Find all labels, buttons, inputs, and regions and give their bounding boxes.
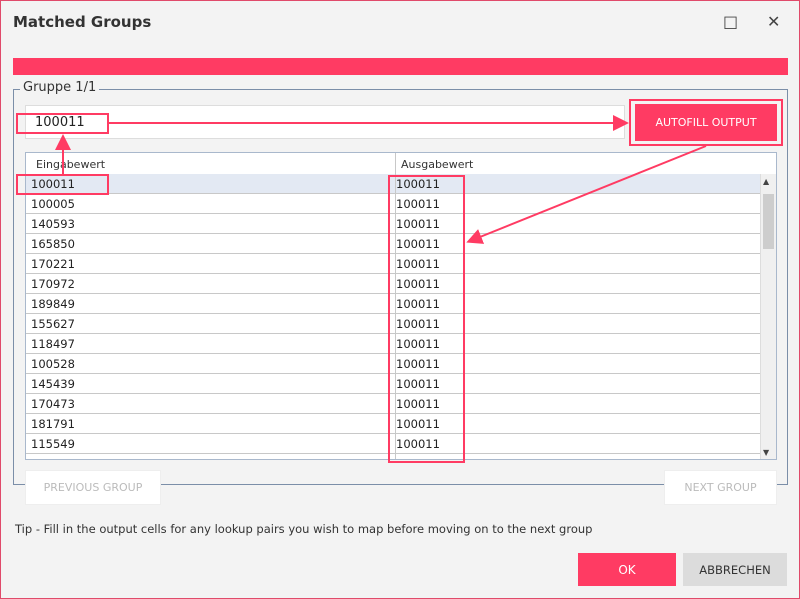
table-row[interactable]: 189849 100011 (26, 294, 761, 314)
column-divider (395, 153, 396, 459)
input-cell[interactable]: 155627 (31, 317, 75, 331)
output-cell[interactable]: 100011 (396, 297, 440, 311)
table-row[interactable]: 155627 100011 (26, 314, 761, 334)
table-row[interactable]: 145439 100011 (26, 374, 761, 394)
ok-button[interactable]: OK (578, 553, 676, 586)
output-cell[interactable]: 100011 (396, 257, 440, 271)
scroll-up-icon[interactable]: ▲ (763, 177, 769, 186)
output-cell[interactable]: 100011 (396, 177, 440, 191)
table-header: Eingabewert Ausgabewert (26, 153, 761, 174)
output-cell[interactable]: 100011 (396, 237, 440, 251)
cancel-button[interactable]: ABBRECHEN (683, 553, 787, 586)
next-group-button[interactable]: NEXT GROUP (664, 470, 777, 505)
header-eingabewert[interactable]: Eingabewert (36, 158, 105, 171)
table-row[interactable]: 170221 100011 (26, 254, 761, 274)
input-cell[interactable]: 100528 (31, 357, 75, 371)
table-row[interactable]: 100528 100011 (26, 354, 761, 374)
input-cell[interactable]: 145439 (31, 377, 75, 391)
output-cell[interactable]: 100011 (396, 437, 440, 451)
input-cell[interactable]: 170221 (31, 257, 75, 271)
output-cell[interactable]: 100011 (396, 197, 440, 211)
table-row[interactable]: 165850 100011 (26, 234, 761, 254)
table-row[interactable]: 170972 100011 (26, 274, 761, 294)
table-row[interactable]: 170473 100011 (26, 394, 761, 414)
close-icon[interactable]: ✕ (767, 12, 780, 31)
table-row[interactable]: 115549 100011 (26, 434, 761, 454)
input-cell[interactable]: 100011 (31, 177, 75, 191)
scroll-down-icon[interactable]: ▼ (763, 448, 769, 457)
tip-text: Tip - Fill in the output cells for any l… (15, 522, 593, 536)
input-cell[interactable]: 118497 (31, 337, 75, 351)
table-row[interactable]: 100011 100011 (26, 174, 761, 194)
header-ausgabewert[interactable]: Ausgabewert (401, 158, 473, 171)
output-cell[interactable]: 100011 (396, 357, 440, 371)
table-row[interactable]: 181791 100011 (26, 414, 761, 434)
input-cell[interactable]: 170473 (31, 397, 75, 411)
output-cell[interactable]: 100011 (396, 417, 440, 431)
input-cell[interactable]: 100005 (31, 197, 75, 211)
input-cell[interactable]: 115549 (31, 437, 75, 451)
input-cell[interactable]: 140593 (31, 217, 75, 231)
table-row[interactable]: 135617 100011 (26, 454, 761, 459)
output-cell[interactable]: 100011 (396, 277, 440, 291)
output-cell[interactable]: 100011 (396, 337, 440, 351)
table-row[interactable]: 118497 100011 (26, 334, 761, 354)
output-cell[interactable]: 100011 (396, 457, 440, 459)
accent-banner (13, 58, 788, 75)
group-legend: Gruppe 1/1 (20, 80, 100, 95)
input-cell[interactable]: 181791 (31, 417, 75, 431)
previous-group-button[interactable]: PREVIOUS GROUP (25, 470, 161, 505)
scrollbar[interactable]: ▲ ▼ (760, 174, 776, 459)
output-cell[interactable]: 100011 (396, 317, 440, 331)
maximize-icon[interactable]: □ (723, 12, 738, 31)
input-cell[interactable]: 135617 (31, 457, 75, 459)
output-cell[interactable]: 100011 (396, 377, 440, 391)
group-value-input[interactable]: 100011 (25, 105, 625, 139)
table-body: 100011 100011 100005 100011 140593 100011 1658… (26, 174, 761, 459)
autofill-output-button[interactable]: AUTOFILL OUTPUT (635, 104, 777, 141)
table-row[interactable]: 100005 100011 (26, 194, 761, 214)
input-cell[interactable]: 189849 (31, 297, 75, 311)
mapping-table: Eingabewert Ausgabewert 100011 100011 1000… (25, 152, 777, 460)
input-cell[interactable]: 165850 (31, 237, 75, 251)
input-cell[interactable]: 170972 (31, 277, 75, 291)
scrollbar-thumb[interactable] (763, 194, 774, 249)
dialog-title: Matched Groups (13, 13, 152, 31)
output-cell[interactable]: 100011 (396, 217, 440, 231)
table-row[interactable]: 140593 100011 (26, 214, 761, 234)
output-cell[interactable]: 100011 (396, 397, 440, 411)
